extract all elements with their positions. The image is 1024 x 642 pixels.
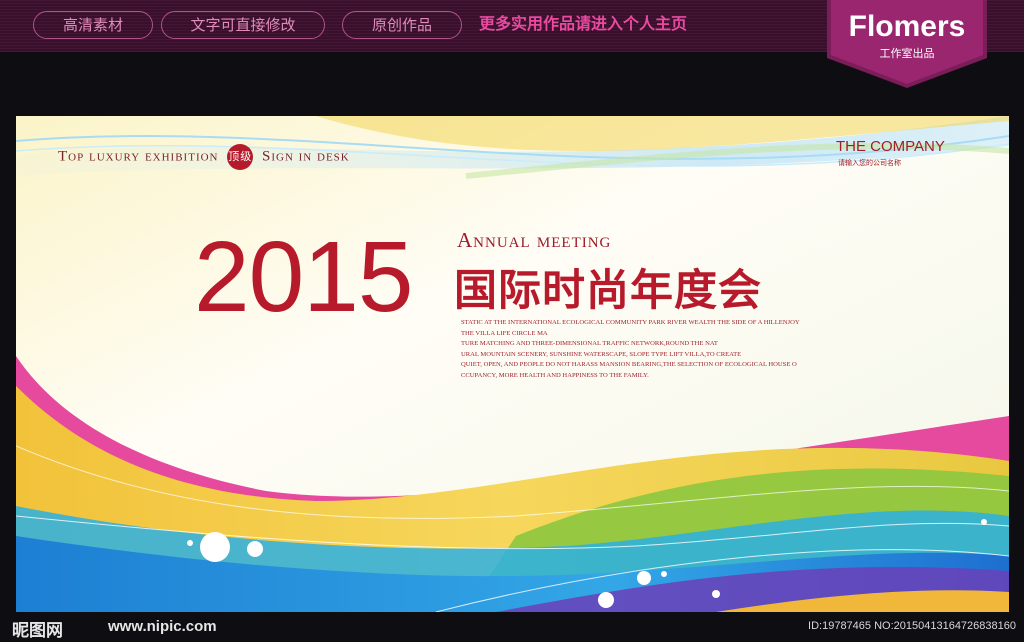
watermark-bar: 昵图网 www.nipic.com ID:19787465 NO:2015041… xyxy=(0,612,1024,642)
top-tagline: Top luxury exhibition 顶级 Sign in desk xyxy=(58,144,350,170)
tagline-right: Sign in desk xyxy=(262,148,350,165)
body-line: TURE MATCHING AND THREE-DIMENSIONAL TRAF… xyxy=(461,340,718,348)
image-ids: ID:19787465 NO:20150413164726838160 xyxy=(808,620,1016,632)
body-line: QUIET, OPEN, AND PEOPLE DO NOT HARASS MA… xyxy=(461,361,797,369)
body-line: THE VILLA LIFE CIRCLE MA xyxy=(461,329,548,337)
company-name: THE COMPANY xyxy=(836,138,945,155)
logo-name: Flomers xyxy=(848,10,966,43)
body-line: URAL MOUNTAIN SCENERY, SUNSHINE WATERSCA… xyxy=(461,350,742,358)
site-name: 昵图网 xyxy=(12,621,63,641)
site-url[interactable]: www.nipic.com xyxy=(108,618,217,635)
poster-artwork: Top luxury exhibition 顶级 Sign in desk TH… xyxy=(16,116,1009,612)
tag-original-work[interactable]: 原创作品 xyxy=(342,11,462,39)
promo-link[interactable]: 更多实用作品请进入个人主页 xyxy=(479,12,687,36)
annual-meeting-label: Annual meeting xyxy=(457,228,612,252)
top-badge: 顶级 xyxy=(227,144,254,170)
tag-hd-material[interactable]: 高清素材 xyxy=(33,11,153,39)
tag-editable-text[interactable]: 文字可直接修改 xyxy=(161,11,325,39)
company-subtitle: 请输入您的公司名称 xyxy=(838,159,901,167)
poster-body-text: STATIC AT THE INTERNATIONAL ECOLOGICAL C… xyxy=(461,318,800,382)
logo-subtitle: 工作室出品 xyxy=(879,47,935,60)
body-line: STATIC AT THE INTERNATIONAL ECOLOGICAL C… xyxy=(461,319,800,326)
flomers-logo[interactable]: Flomers 工作室出品 xyxy=(827,0,987,88)
tagline-left: Top luxury exhibition xyxy=(58,148,219,165)
body-line: CCUPANCY, MORE HEALTH AND HAPPINESS TO T… xyxy=(461,371,649,379)
poster-year: 2015 xyxy=(194,221,413,333)
poster-chinese-title: 国际时尚年度会 xyxy=(454,266,762,316)
